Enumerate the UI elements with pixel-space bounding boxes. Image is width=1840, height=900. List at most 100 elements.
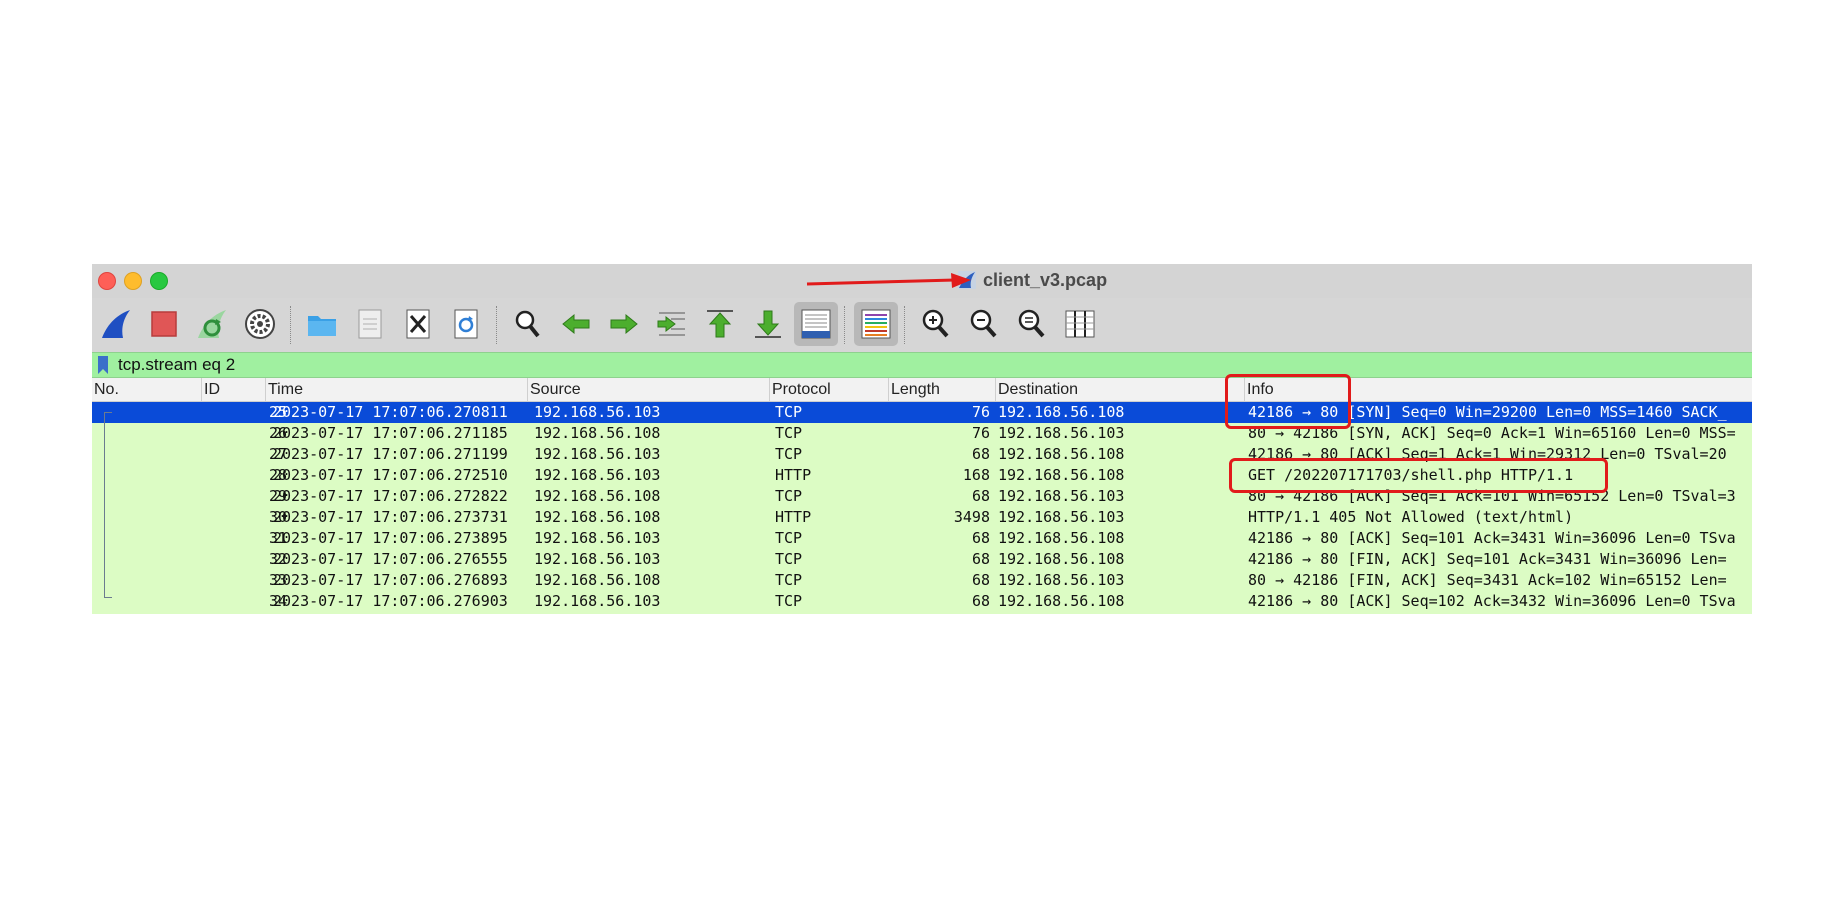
packet-row[interactable]: 26 2023-07-17 17:07:06.271185 192.168.56.1… (92, 423, 1752, 444)
go-first-packet-button[interactable] (698, 302, 742, 346)
reload-file-button[interactable] (444, 302, 488, 346)
packet-time: 2023-07-17 17:07:06.276903 (273, 592, 508, 610)
window-title: client_v3.pcap (983, 269, 1108, 290)
stop-capture-icon (151, 311, 177, 337)
packet-number: 26 (268, 424, 287, 442)
go-back-button[interactable] (554, 302, 598, 346)
packet-row[interactable]: 25 2023-07-17 17:07:06.270811 192.168.56.1… (92, 402, 1752, 423)
packet-info: 42186 → 80 [FIN, ACK] Seq=101 Ack=3431 W… (1248, 550, 1727, 568)
display-filter-input[interactable]: tcp.stream eq 2 (118, 353, 235, 377)
go-last-packet-button[interactable] (746, 302, 790, 346)
packet-info: 80 → 42186 [FIN, ACK] Seq=3431 Ack=102 W… (1248, 571, 1727, 589)
packet-length: 68 (971, 571, 990, 589)
packet-destination: 192.168.56.108 (998, 445, 1125, 463)
window-title-group: client_v3.pcap (957, 269, 1107, 291)
packet-destination: 192.168.56.103 (998, 571, 1125, 589)
packet-source: 192.168.56.108 (534, 571, 661, 589)
packet-destination: 192.168.56.108 (998, 592, 1125, 610)
go-last-packet-icon (755, 310, 781, 338)
toolbar-separator (496, 306, 498, 344)
go-forward-icon (610, 313, 638, 335)
packet-row[interactable]: 33 2023-07-17 17:07:06.276893 192.168.56.1… (92, 570, 1752, 591)
go-back-icon (562, 313, 590, 335)
go-to-packet-icon (657, 312, 685, 336)
packet-info: 42186 → 80 [ACK] Seq=101 Ack=3431 Win=36… (1248, 529, 1736, 547)
packet-source: 192.168.56.103 (534, 403, 661, 421)
packet-time: 2023-07-17 17:07:06.270811 (273, 403, 508, 421)
packet-row[interactable]: 31 2023-07-17 17:07:06.273895 192.168.56.1… (92, 528, 1752, 549)
column-header-source[interactable]: Source (527, 378, 769, 402)
packet-number: 33 (268, 571, 287, 589)
column-header-destination[interactable]: Destination (995, 378, 1244, 402)
packet-source: 192.168.56.103 (534, 529, 661, 547)
packet-destination: 192.168.56.103 (998, 508, 1125, 526)
packet-row[interactable]: 34 2023-07-17 17:07:06.276903 192.168.56.1… (92, 591, 1752, 612)
packet-destination: 192.168.56.108 (998, 466, 1125, 484)
packet-time: 2023-07-17 17:07:06.273895 (273, 529, 508, 547)
toolbar-separator (904, 306, 906, 344)
packet-destination: 192.168.56.103 (998, 424, 1125, 442)
packet-time: 2023-07-17 17:07:06.276893 (273, 571, 508, 589)
packet-time: 2023-07-17 17:07:06.276555 (273, 550, 508, 568)
reload-file-icon (454, 309, 478, 339)
zoom-out-icon (970, 309, 997, 338)
packet-destination: 192.168.56.108 (998, 403, 1125, 421)
conversation-bracket (104, 412, 113, 598)
zoom-out-button[interactable] (962, 302, 1006, 346)
save-file-button[interactable] (348, 302, 392, 346)
stop-capture-button[interactable] (142, 302, 186, 346)
column-header-length[interactable]: Length (888, 378, 995, 402)
packet-length: 3498 (953, 508, 990, 526)
packet-number: 32 (268, 550, 287, 568)
packet-row[interactable]: 32 2023-07-17 17:07:06.276555 192.168.56.1… (92, 549, 1752, 570)
go-forward-button[interactable] (602, 302, 646, 346)
packet-length: 68 (971, 445, 990, 463)
normal-size-button[interactable] (1010, 302, 1054, 346)
column-header-protocol[interactable]: Protocol (769, 378, 888, 402)
resize-columns-button[interactable] (1058, 302, 1102, 346)
normal-size-icon (1018, 309, 1045, 338)
packet-source: 192.168.56.103 (534, 592, 661, 610)
packet-source: 192.168.56.108 (534, 487, 661, 505)
toolbar-separator (290, 306, 292, 344)
close-window-button[interactable] (98, 272, 116, 290)
colorize-button[interactable] (854, 302, 898, 346)
go-to-packet-button[interactable] (650, 302, 694, 346)
packet-time: 2023-07-17 17:07:06.272822 (273, 487, 508, 505)
packet-time: 2023-07-17 17:07:06.271199 (273, 445, 508, 463)
packet-source: 192.168.56.103 (534, 550, 661, 568)
auto-scroll-button[interactable] (794, 302, 838, 346)
start-capture-button[interactable] (94, 302, 138, 346)
packet-source: 192.168.56.108 (534, 508, 661, 526)
minimize-window-button[interactable] (124, 272, 142, 290)
bookmark-icon[interactable] (98, 356, 108, 374)
packet-info: 42186 → 80 [ACK] Seq=102 Ack=3432 Win=36… (1248, 592, 1736, 610)
packet-time: 2023-07-17 17:07:06.272510 (273, 466, 508, 484)
column-header-time[interactable]: Time (265, 378, 527, 402)
zoom-in-icon (922, 309, 949, 338)
close-file-button[interactable] (396, 302, 440, 346)
packet-row[interactable]: 30 2023-07-17 17:07:06.273731 192.168.56.1… (92, 507, 1752, 528)
restart-capture-button[interactable] (190, 302, 234, 346)
title-arrow-icon (806, 273, 971, 288)
colorize-icon (861, 309, 891, 339)
packet-destination: 192.168.56.108 (998, 550, 1125, 568)
maximize-window-button[interactable] (150, 272, 168, 290)
packet-number: 29 (268, 487, 287, 505)
packet-length: 68 (971, 592, 990, 610)
packet-source: 192.168.56.108 (534, 424, 661, 442)
find-packet-button[interactable] (506, 302, 550, 346)
packet-number: 31 (268, 529, 287, 547)
find-packet-icon (515, 310, 540, 338)
capture-options-button[interactable] (238, 302, 282, 346)
wireshark-window: client_v3.pcap tcp.stream eq 2 No. ID Ti… (92, 264, 1752, 614)
open-file-button[interactable] (300, 302, 344, 346)
packet-info: HTTP/1.1 405 Not Allowed (text/html) (1248, 508, 1574, 526)
packet-destination: 192.168.56.108 (998, 529, 1125, 547)
column-header-id[interactable]: ID (201, 378, 265, 402)
display-filter-bar: tcp.stream eq 2 (92, 352, 1752, 378)
zoom-in-button[interactable] (914, 302, 958, 346)
packet-list[interactable]: No. ID Time Source Protocol Length Desti… (92, 378, 1752, 614)
packet-time: 2023-07-17 17:07:06.273731 (273, 508, 508, 526)
column-header-no[interactable]: No. (92, 378, 201, 402)
